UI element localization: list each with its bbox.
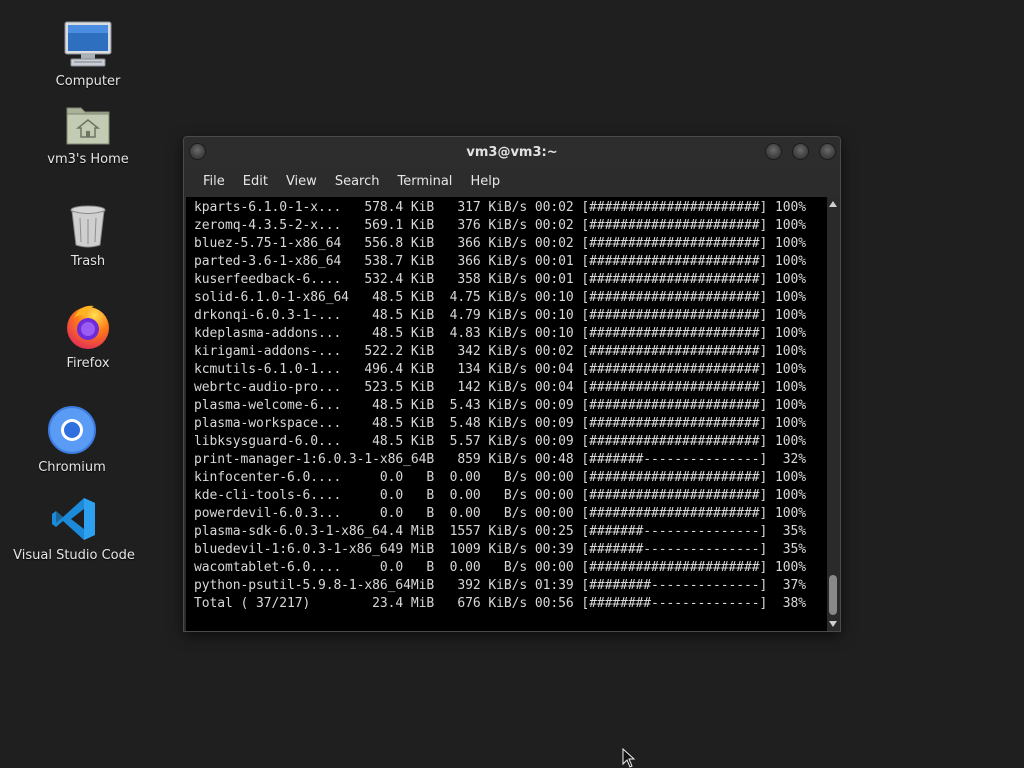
- window-menu-button[interactable]: [189, 143, 206, 160]
- terminal-line: powerdevil-6.0.3... 0.0 B 0.00 B/s 00:00…: [194, 506, 806, 521]
- terminal-line: wacomtablet-6.0.... 0.0 B 0.00 B/s 00:00…: [194, 560, 806, 575]
- desktop-icon-vscode[interactable]: Visual Studio Code: [13, 496, 135, 563]
- menu-edit[interactable]: Edit: [234, 171, 277, 193]
- terminal-scrollbar[interactable]: [827, 197, 840, 631]
- scroll-down-icon[interactable]: [829, 621, 837, 627]
- scrollbar-thumb[interactable]: [829, 575, 837, 615]
- desktop-icon-chromium[interactable]: Chromium: [32, 406, 112, 475]
- terminal-line: libksysguard-6.0... 48.5 KiB 5.57 KiB/s …: [194, 434, 806, 449]
- terminal-line: zeromq-4.3.5-2-x... 569.1 KiB 376 KiB/s …: [194, 218, 806, 233]
- desktop-icon-label: Trash: [70, 254, 106, 269]
- terminal-line: kuserfeedback-6.... 532.4 KiB 358 KiB/s …: [194, 272, 806, 287]
- desktop-icon-label: Computer: [55, 74, 121, 89]
- terminal-line: webrtc-audio-pro... 523.5 KiB 142 KiB/s …: [194, 380, 806, 395]
- terminal-window[interactable]: vm3@vm3:~ File Edit View Search Terminal…: [183, 136, 841, 632]
- terminal-line: kcmutils-6.1.0-1... 496.4 KiB 134 KiB/s …: [194, 362, 806, 377]
- terminal-line: drkonqi-6.0.3-1-... 48.5 KiB 4.79 KiB/s …: [194, 308, 806, 323]
- terminal-line: kde-cli-tools-6.... 0.0 B 0.00 B/s 00:00…: [194, 488, 806, 503]
- desktop-icon-label: Firefox: [66, 356, 110, 371]
- terminal-line: kdeplasma-addons... 48.5 KiB 4.83 KiB/s …: [194, 326, 806, 341]
- desktop-icon-label: Chromium: [38, 460, 106, 475]
- terminal-line: plasma-workspace... 48.5 KiB 5.48 KiB/s …: [194, 416, 806, 431]
- computer-icon: [63, 20, 113, 68]
- vscode-icon: [51, 496, 97, 542]
- terminal-line: parted-3.6-1-x86_64 538.7 KiB 366 KiB/s …: [194, 254, 806, 269]
- window-titlebar[interactable]: vm3@vm3:~: [184, 137, 840, 167]
- terminal-line: python-psutil-5.9.8-1-x86_64MiB 392 KiB/…: [194, 578, 806, 593]
- terminal-line: kinfocenter-6.0.... 0.0 B 0.00 B/s 00:00…: [194, 470, 806, 485]
- terminal-line: plasma-welcome-6... 48.5 KiB 5.43 KiB/s …: [194, 398, 806, 413]
- terminal-line: bluedevil-1:6.0.3-1-x86_649 MiB 1009 KiB…: [194, 542, 806, 557]
- terminal-line: kparts-6.1.0-1-x... 578.4 KiB 317 KiB/s …: [194, 200, 806, 215]
- terminal-line: print-manager-1:6.0.3-1-x86_64B 859 KiB/…: [194, 452, 806, 467]
- mouse-cursor-icon: [622, 747, 636, 768]
- close-button[interactable]: [819, 143, 836, 160]
- menu-view[interactable]: View: [277, 171, 326, 193]
- desktop-icon-home[interactable]: vm3's Home: [43, 102, 133, 167]
- menu-bar: File Edit View Search Terminal Help: [184, 169, 840, 195]
- window-title: vm3@vm3:~: [466, 144, 558, 160]
- chromium-icon: [48, 406, 96, 454]
- desktop-icon-label: Visual Studio Code: [13, 548, 135, 563]
- maximize-button[interactable]: [792, 143, 809, 160]
- terminal-line: bluez-5.75-1-x86_64 556.8 KiB 366 KiB/s …: [194, 236, 806, 251]
- menu-file[interactable]: File: [194, 171, 234, 193]
- terminal-line: Total ( 37/217) 23.4 MiB 676 KiB/s 00:56…: [194, 596, 806, 611]
- terminal-line: solid-6.1.0-1-x86_64 48.5 KiB 4.75 KiB/s…: [194, 290, 806, 305]
- home-folder-icon: [65, 102, 111, 146]
- terminal-output[interactable]: kparts-6.1.0-1-x... 578.4 KiB 317 KiB/s …: [186, 197, 827, 631]
- menu-search[interactable]: Search: [326, 171, 389, 193]
- scroll-up-icon[interactable]: [829, 201, 837, 207]
- terminal-line: plasma-sdk-6.0.3-1-x86_64.4 MiB 1557 KiB…: [194, 524, 806, 539]
- desktop-icon-label: vm3's Home: [47, 152, 129, 167]
- minimize-button[interactable]: [765, 143, 782, 160]
- desktop-icon-computer[interactable]: Computer: [48, 20, 128, 89]
- desktop-icon-trash[interactable]: Trash: [48, 204, 128, 269]
- terminal-line: kirigami-addons-... 522.2 KiB 342 KiB/s …: [194, 344, 806, 359]
- trash-icon: [68, 204, 108, 248]
- menu-terminal[interactable]: Terminal: [388, 171, 461, 193]
- menu-help[interactable]: Help: [461, 171, 509, 193]
- firefox-icon: [64, 302, 112, 350]
- desktop-icon-firefox[interactable]: Firefox: [48, 302, 128, 371]
